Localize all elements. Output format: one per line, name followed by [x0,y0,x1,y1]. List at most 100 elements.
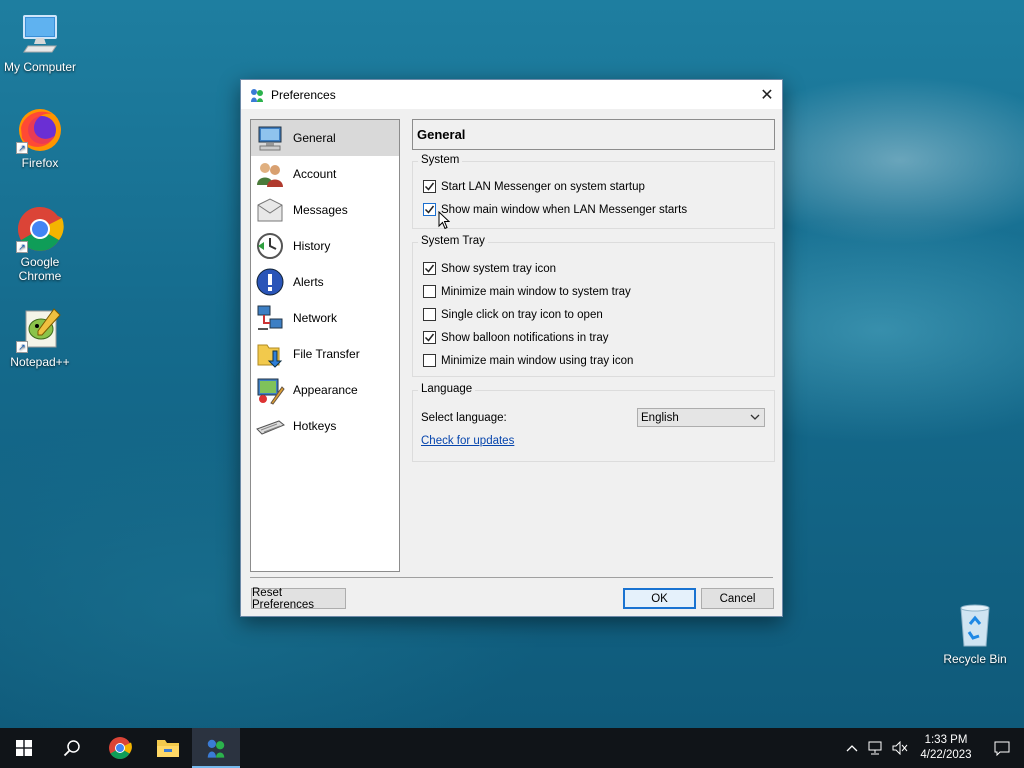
desktop-icon-notepadpp[interactable]: ↗ Notepad++ [0,305,80,369]
nav-item-file-transfer[interactable]: File Transfer [251,336,399,372]
desktop-icon-label: My Computer [3,60,77,74]
group-title: System [418,154,463,166]
taskbar-file-explorer[interactable] [144,728,192,768]
group-title: Language [418,383,476,395]
desktop-icon-recycle-bin[interactable]: Recycle Bin [935,602,1015,666]
nav-item-appearance[interactable]: Appearance [251,372,399,408]
close-button[interactable]: ✕ [752,80,782,109]
volume-tray-button[interactable] [888,728,912,768]
option-label: Minimize main window to system tray [441,285,631,298]
computer-icon [16,10,64,58]
show-tray-icon-option[interactable]: Show system tray icon [413,257,774,280]
notepadpp-icon: ↗ [16,305,64,353]
system-group: System Start LAN Messenger on system sta… [412,154,775,229]
shortcut-arrow-icon: ↗ [16,341,28,353]
option-label: Show system tray icon [441,262,557,275]
select-language-label: Select language: [421,412,507,424]
start-button[interactable] [0,728,48,768]
start-on-startup-option[interactable]: Start LAN Messenger on system startup [413,175,774,198]
network-icon [868,741,882,755]
show-main-window-option[interactable]: Show main window when LAN Messenger star… [413,198,774,221]
system-tray-group: System Tray Show system tray icon Minimi… [412,235,775,377]
nav-item-alerts[interactable]: Alerts [251,264,399,300]
desktop-icon-chrome[interactable]: ↗ Google Chrome [0,205,80,283]
desktop-icon-label: Notepad++ [10,355,70,369]
desktop-icon-my-computer[interactable]: My Computer [0,10,80,74]
checkmark-icon [424,333,435,342]
users-icon [257,163,283,187]
chevron-up-icon [846,745,858,752]
search-icon [63,740,80,757]
ok-button[interactable]: OK [623,588,696,609]
nav-item-messages[interactable]: Messages [251,192,399,228]
nav-label: Messages [293,203,348,217]
nav-label: Network [293,311,338,325]
volume-muted-icon [892,741,908,755]
search-button[interactable] [48,728,96,768]
preferences-window: Preferences ✕ General Account Messages H… [240,79,783,617]
taskbar: 1:33 PM 4/22/2023 [0,728,1024,768]
minimize-using-tray-option[interactable]: Minimize main window using tray icon [413,349,774,372]
desktop-icon-label: Recycle Bin [943,652,1007,666]
nav-label: History [293,239,331,253]
nav-item-history[interactable]: History [251,228,399,264]
checkbox[interactable] [423,354,436,367]
notification-icon [994,741,1010,756]
single-click-tray-option[interactable]: Single click on tray icon to open [413,303,774,326]
close-icon: ✕ [760,86,774,104]
nav-item-network[interactable]: Network [251,300,399,336]
checkbox[interactable] [423,203,436,216]
option-label: Show main window when LAN Messenger star… [441,203,688,216]
shortcut-arrow-icon: ↗ [16,241,28,253]
checkmark-icon [424,182,435,191]
lan-messenger-icon [207,739,225,758]
title-bar[interactable]: Preferences ✕ [241,80,782,109]
taskbar-chrome[interactable] [96,728,144,768]
cancel-button[interactable]: Cancel [701,588,774,609]
language-row: Select language: English [413,405,774,431]
balloon-notifications-option[interactable]: Show balloon notifications in tray [413,326,774,349]
recycle-bin-icon [951,602,999,650]
shortcut-arrow-icon: ↗ [16,142,28,154]
language-select[interactable]: English [637,408,765,427]
language-group: Language Select language: English Check … [412,383,775,462]
checkbox[interactable] [423,180,436,193]
action-center-button[interactable] [980,728,1024,768]
nav-label: General [293,131,336,145]
language-selected-value: English [641,411,679,424]
window-title: Preferences [271,87,336,102]
chrome-icon [109,737,132,759]
nav-item-account[interactable]: Account [251,156,399,192]
option-label: Show balloon notifications in tray [441,331,609,344]
category-list[interactable]: General Account Messages History Alerts … [250,119,400,572]
check-for-updates-link[interactable]: Check for updates [421,435,514,447]
desktop-icon-label: Google Chrome [18,255,62,283]
network-tray-button[interactable] [864,728,888,768]
checkbox[interactable] [423,308,436,321]
nav-item-general[interactable]: General [251,120,399,156]
desktop-icon-label: Firefox [21,156,59,170]
clock-date: 4/22/2023 [920,749,972,761]
footer-separator [250,577,773,578]
checkbox[interactable] [423,262,436,275]
minimize-to-tray-option[interactable]: Minimize main window to system tray [413,280,774,303]
show-hidden-icons-button[interactable] [840,728,864,768]
folder-icon [157,740,179,757]
checkbox[interactable] [423,285,436,298]
system-tray: 1:33 PM 4/22/2023 [840,728,1024,768]
network-icon [257,305,283,330]
computer-icon [258,126,282,151]
firefox-icon: ↗ [16,106,64,154]
nav-label: Appearance [293,383,358,397]
nav-item-hotkeys[interactable]: Hotkeys [251,408,399,444]
update-link-row: Check for updates [413,433,774,447]
taskbar-lan-messenger[interactable] [192,728,240,768]
reset-preferences-button[interactable]: Reset Preferences [251,587,346,611]
checkmark-icon [424,264,435,273]
clock[interactable]: 1:33 PM 4/22/2023 [912,733,980,763]
alert-icon [256,268,284,296]
desktop-icon-firefox[interactable]: ↗ Firefox [0,106,80,170]
mouse-cursor-icon [438,211,450,230]
appearance-icon [257,378,285,405]
checkbox[interactable] [423,331,436,344]
